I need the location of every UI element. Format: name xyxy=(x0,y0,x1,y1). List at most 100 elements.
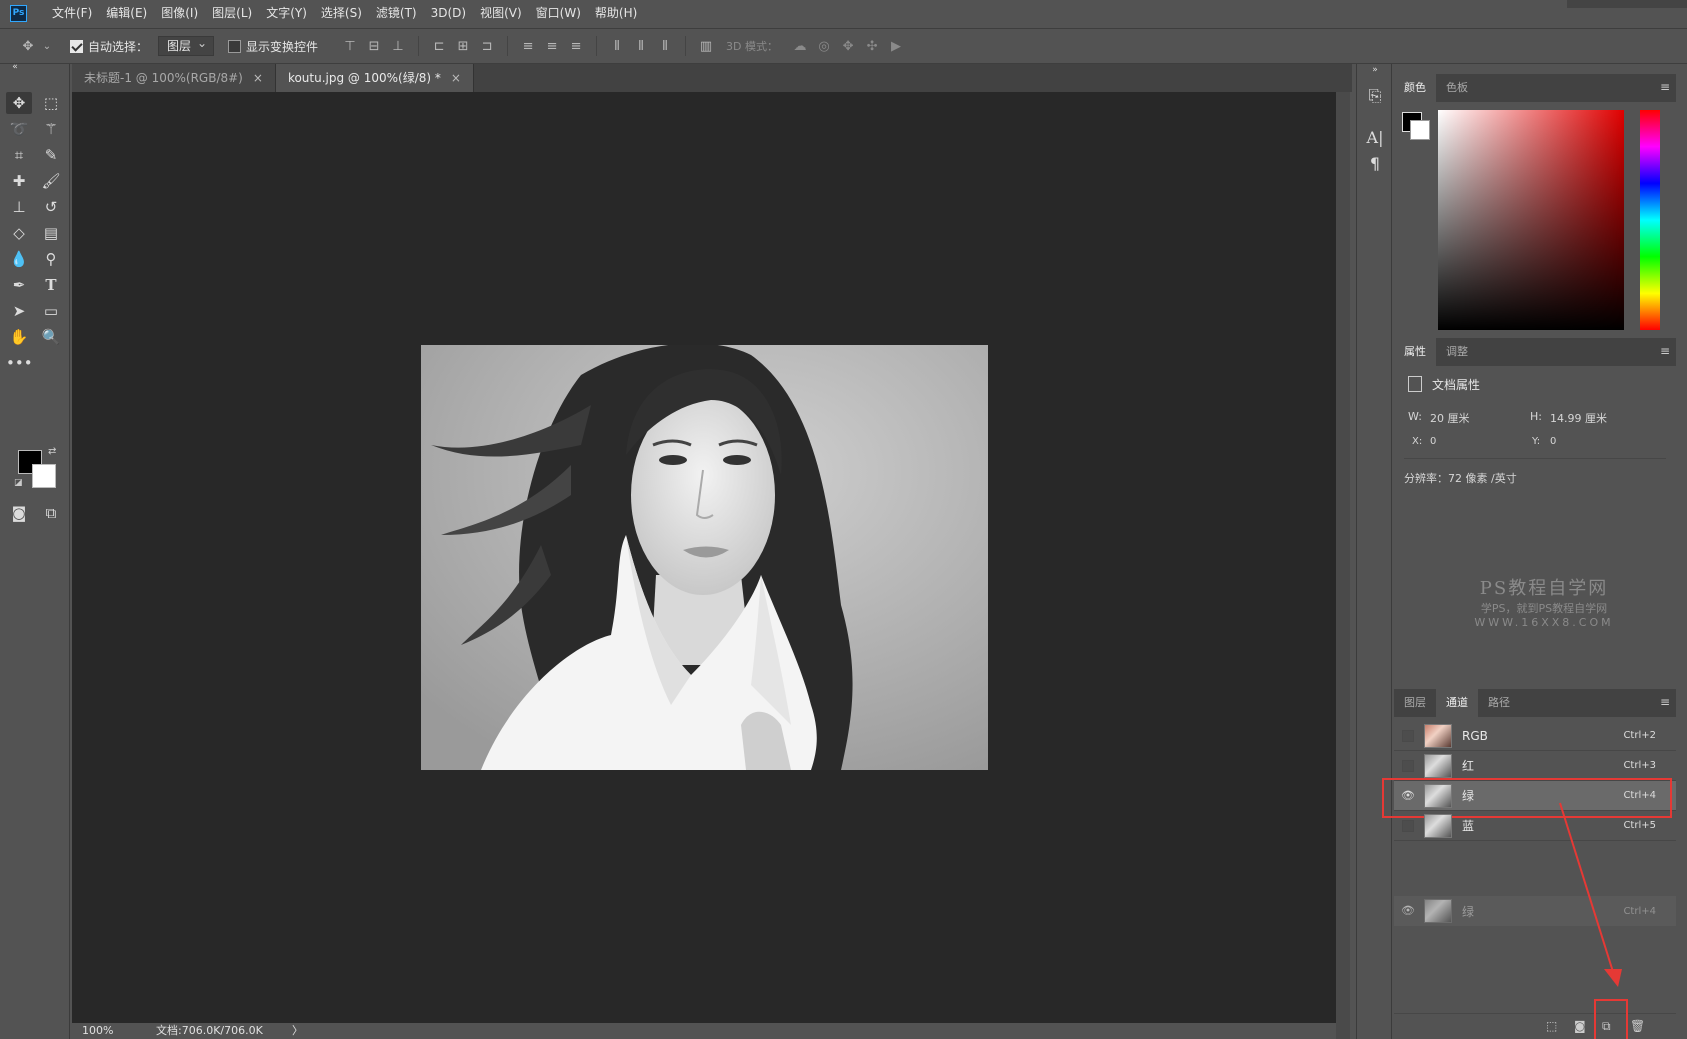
history-panel-icon[interactable]: ⎘ xyxy=(1365,86,1385,106)
load-channel-selection-icon[interactable]: ⬚ xyxy=(1546,1019,1557,1033)
menu-filter[interactable]: 滤镜(T) xyxy=(369,0,424,26)
close-icon[interactable]: × xyxy=(253,71,263,85)
distribute-right-icon[interactable]: ⦀ xyxy=(653,39,677,54)
x-value[interactable]: 0 xyxy=(1430,436,1436,447)
show-transform-checkbox[interactable] xyxy=(228,39,242,53)
align-vcenter-icon[interactable]: ⊟ xyxy=(362,39,386,54)
tab-koutu[interactable]: koutu.jpg @ 100%(绿/8) * × xyxy=(275,64,474,92)
channel-row-red[interactable]: 红 Ctrl+3 xyxy=(1394,751,1676,781)
3d-camera-icon[interactable]: ▶ xyxy=(884,39,908,54)
collapse-arrows-icon[interactable]: » xyxy=(1365,60,1385,75)
tab-paths[interactable]: 路径 xyxy=(1478,689,1520,717)
rectangle-tool-icon[interactable]: ▭ xyxy=(38,300,64,322)
3d-slide-icon[interactable]: ✣ xyxy=(860,39,884,54)
quick-mask-icon[interactable]: ◙ xyxy=(6,502,32,524)
dodge-tool-icon[interactable]: ⚲ xyxy=(38,248,64,270)
lasso-tool-icon[interactable]: ➰ xyxy=(6,118,32,140)
move-tool-icon[interactable]: ✥ xyxy=(16,39,40,54)
panel-menu-icon[interactable]: ≡ xyxy=(1660,695,1670,709)
tool-preset-chevron-icon[interactable]: ⌄ xyxy=(40,41,54,52)
menu-view[interactable]: 视图(V) xyxy=(473,0,529,26)
brush-tool-icon[interactable]: 🖌 xyxy=(38,170,64,192)
tab-layers[interactable]: 图层 xyxy=(1394,689,1436,717)
blur-tool-icon[interactable]: 💧 xyxy=(6,248,32,270)
status-menu-arrow-icon[interactable]: 〉 xyxy=(292,1023,303,1039)
y-value[interactable]: 0 xyxy=(1550,436,1556,447)
background-color-swatch[interactable] xyxy=(32,464,56,488)
panel-menu-icon[interactable]: ≡ xyxy=(1660,344,1670,358)
zoom-level[interactable]: 100% xyxy=(82,1023,113,1039)
menu-file[interactable]: 文件(F) xyxy=(45,0,99,26)
distribute-hcenter-icon[interactable]: ⦀ xyxy=(629,39,653,54)
menu-image[interactable]: 图像(I) xyxy=(154,0,205,26)
tab-swatches[interactable]: 色板 xyxy=(1436,74,1478,102)
document-canvas[interactable] xyxy=(72,92,1336,1023)
close-icon[interactable]: × xyxy=(451,71,461,85)
3d-pan-icon[interactable]: ✥ xyxy=(836,39,860,54)
menu-edit[interactable]: 编辑(E) xyxy=(99,0,154,26)
more-tools-icon[interactable]: ••• xyxy=(6,352,33,374)
marquee-tool-icon[interactable]: ⬚ xyxy=(38,92,64,114)
swap-colors-icon[interactable]: ⇄ xyxy=(48,446,56,457)
auto-align-icon[interactable]: ▥ xyxy=(694,39,718,54)
eyedropper-tool-icon[interactable]: ✎ xyxy=(38,144,64,166)
type-tool-icon[interactable]: T xyxy=(38,274,64,296)
menu-type[interactable]: 文字(Y) xyxy=(259,0,314,26)
menu-window[interactable]: 窗口(W) xyxy=(529,0,588,26)
hand-tool-icon[interactable]: ✋ xyxy=(6,326,32,348)
distribute-left-icon[interactable]: ⦀ xyxy=(605,39,629,54)
gradient-tool-icon[interactable]: ▤ xyxy=(38,222,64,244)
tab-channels[interactable]: 通道 xyxy=(1436,689,1478,717)
character-panel-icon[interactable]: A| xyxy=(1365,128,1385,148)
auto-select-dropdown[interactable]: 图层 xyxy=(158,34,215,56)
panel-menu-icon[interactable]: ≡ xyxy=(1660,80,1670,94)
auto-select-checkbox[interactable] xyxy=(70,39,83,53)
align-top-icon[interactable]: ⊤ xyxy=(338,39,362,54)
divider xyxy=(507,36,509,56)
tab-color[interactable]: 颜色 xyxy=(1394,74,1436,102)
align-left-icon[interactable]: ⊏ xyxy=(427,39,451,54)
hue-slider[interactable] xyxy=(1640,110,1660,330)
path-selection-tool-icon[interactable]: ➤ xyxy=(6,300,32,322)
clone-stamp-tool-icon[interactable]: ⊥ xyxy=(6,196,32,218)
color-picker-field[interactable] xyxy=(1438,110,1624,330)
3d-roll-icon[interactable]: ◎ xyxy=(812,39,836,54)
tab-untitled[interactable]: 未标题-1 @ 100%(RGB/8#) × xyxy=(72,64,276,92)
menu-layer[interactable]: 图层(L) xyxy=(205,0,259,26)
panel-background-swatch[interactable] xyxy=(1410,120,1430,140)
default-colors-icon[interactable]: ◪ xyxy=(14,478,23,488)
align-bottom-icon[interactable]: ⊥ xyxy=(386,39,410,54)
screen-mode-icon[interactable]: ⧉ xyxy=(38,502,64,524)
align-hcenter-icon[interactable]: ⊞ xyxy=(451,39,475,54)
menu-3d[interactable]: 3D(D) xyxy=(424,0,473,26)
move-tool-icon[interactable]: ✥ xyxy=(6,92,32,114)
height-value[interactable]: 14.99 厘米 xyxy=(1550,410,1607,426)
visibility-toggle[interactable] xyxy=(1402,819,1414,832)
save-selection-icon[interactable]: ◙ xyxy=(1574,1019,1586,1033)
distribute-vcenter-icon[interactable]: ≡ xyxy=(540,39,564,54)
distribute-bottom-icon[interactable]: ≡ xyxy=(564,39,588,54)
zoom-tool-icon[interactable]: 🔍 xyxy=(38,326,64,348)
collapse-arrows-icon[interactable]: « xyxy=(2,62,28,72)
crop-tool-icon[interactable]: ⌗ xyxy=(6,144,32,166)
magic-wand-tool-icon[interactable]: ⚚ xyxy=(38,118,64,140)
width-value[interactable]: 20 厘米 xyxy=(1430,410,1470,426)
visibility-toggle[interactable] xyxy=(1402,759,1414,772)
history-brush-tool-icon[interactable]: ↺ xyxy=(38,196,64,218)
visibility-toggle[interactable] xyxy=(1402,729,1414,742)
menu-help[interactable]: 帮助(H) xyxy=(588,0,644,26)
distribute-top-icon[interactable]: ≡ xyxy=(516,39,540,54)
pen-tool-icon[interactable]: ✒ xyxy=(6,274,32,296)
tab-properties[interactable]: 属性 xyxy=(1394,338,1436,366)
menu-select[interactable]: 选择(S) xyxy=(314,0,369,26)
align-right-icon[interactable]: ⊐ xyxy=(475,39,499,54)
3d-orbit-icon[interactable]: ☁ xyxy=(788,39,812,54)
show-transform-label: 显示变换控件 xyxy=(246,39,319,54)
delete-channel-icon[interactable]: 🗑 xyxy=(1630,1019,1645,1033)
tab-adjustments[interactable]: 调整 xyxy=(1436,338,1478,366)
healing-brush-tool-icon[interactable]: ✚ xyxy=(6,170,32,192)
paragraph-panel-icon[interactable]: ¶ xyxy=(1365,154,1385,174)
channel-row-rgb[interactable]: RGB Ctrl+2 xyxy=(1394,721,1676,751)
vertical-scrollbar[interactable] xyxy=(1336,92,1350,1039)
eraser-tool-icon[interactable]: ◇ xyxy=(6,222,32,244)
